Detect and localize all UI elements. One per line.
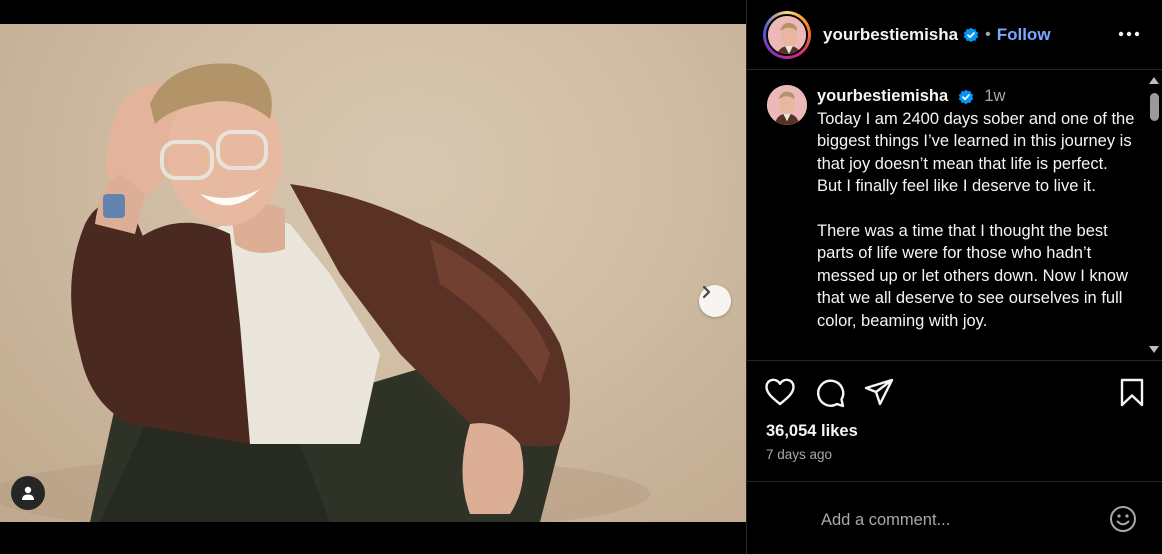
share-button[interactable] [864, 378, 894, 411]
comment-icon [817, 379, 845, 408]
follow-button[interactable]: Follow [997, 25, 1051, 45]
likes-count[interactable]: 36,054 likes [766, 422, 858, 441]
heart-icon [765, 378, 795, 406]
more-options-icon [1118, 31, 1140, 37]
share-icon [864, 378, 894, 406]
post-side-pane: yourbestiemisha • Follow yourbestiemisha… [746, 0, 1162, 554]
verified-badge-icon [958, 89, 974, 105]
scroll-up-arrow-icon[interactable] [1149, 77, 1159, 84]
comments-scrollbar[interactable] [1146, 71, 1162, 359]
photo-illustration [0, 63, 650, 522]
caption-paragraph: There was a time that I thought the best… [817, 221, 1128, 330]
comments-area[interactable]: yourbestiemisha 1w Today I am 2400 days … [747, 71, 1147, 359]
chevron-right-icon [702, 285, 711, 299]
scroll-down-arrow-icon[interactable] [1149, 346, 1159, 353]
emoji-picker-button[interactable] [1109, 505, 1137, 538]
emoji-icon [1110, 506, 1136, 532]
follow-separator: • [985, 25, 991, 43]
add-comment-bar [747, 481, 1162, 554]
user-tag-icon [22, 486, 34, 500]
bookmark-icon [1120, 378, 1144, 407]
next-slide-button[interactable] [699, 285, 731, 317]
post-actions: 36,054 likes 7 days ago [747, 360, 1162, 480]
author-username[interactable]: yourbestiemisha [823, 25, 958, 45]
verified-badge-icon [963, 27, 979, 43]
comment-input[interactable] [821, 504, 1081, 536]
action-icon-row [765, 378, 1145, 408]
post-photo[interactable] [0, 24, 746, 522]
caption-time-ago[interactable]: 1w [984, 87, 1005, 105]
like-button[interactable] [765, 378, 795, 411]
post-media-pane [0, 0, 746, 554]
more-options-button[interactable] [1118, 24, 1140, 42]
avatar-illustration [767, 85, 807, 125]
tagged-users-button[interactable] [11, 476, 45, 510]
post-header: yourbestiemisha • Follow [747, 0, 1162, 70]
scroll-thumb[interactable] [1150, 93, 1159, 121]
author-avatar[interactable] [763, 10, 811, 59]
save-button[interactable] [1119, 378, 1145, 413]
caption: yourbestiemisha 1w Today I am 2400 days … [747, 71, 1147, 354]
comment-button[interactable] [815, 378, 845, 413]
post-date[interactable]: 7 days ago [766, 447, 832, 462]
caption-header: yourbestiemisha 1w [817, 85, 1137, 108]
caption-avatar[interactable] [767, 85, 807, 125]
avatar-image [766, 13, 808, 56]
caption-body: yourbestiemisha 1w Today I am 2400 days … [817, 85, 1137, 354]
caption-paragraph: Today I am 2400 days sober and one of th… [817, 109, 1135, 196]
avatar-illustration [768, 15, 806, 54]
caption-username[interactable]: yourbestiemisha [817, 87, 948, 105]
